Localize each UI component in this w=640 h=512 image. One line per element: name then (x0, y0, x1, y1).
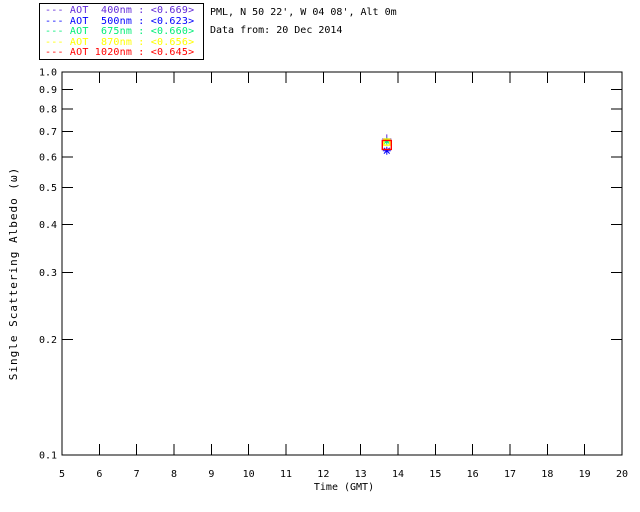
y-tick-label: 0.3 (39, 268, 57, 279)
plot-frame (61, 71, 623, 456)
y-tick-label: 0.2 (39, 335, 57, 346)
y-tick-label: 0.9 (39, 85, 57, 96)
y-axis-title: Single Scattering Albedo (ω) (7, 167, 20, 380)
x-tick-label: 16 (467, 469, 479, 480)
x-tick-label: 18 (541, 469, 553, 480)
y-tick-label: 0.8 (39, 105, 57, 116)
legend-row-4: --- AOT 1020nm : <0.645> (45, 47, 195, 59)
x-tick-label: 11 (280, 469, 292, 480)
x-tick-label: 19 (579, 469, 591, 480)
station-info-line: PML, N 50 22', W 04 08', Alt 0m (210, 7, 397, 18)
chart-canvas: 5 6 7 8 9 10 11 12 13 14 15 16 17 18 19 20 1.0 0.9 0.8 0.7 0… (7, 68, 628, 494)
y-tick-label: 0.4 (39, 220, 57, 231)
x-axis-title: Time (GMT) (314, 482, 374, 493)
x-tick-label: 5 (59, 469, 65, 480)
ssa-daily-plot: 5 6 7 8 9 10 11 12 13 14 15 16 17 18 19 20 1.0 0.9 0.8 0.7 0… (0, 0, 640, 512)
x-tick-label: 20 (616, 469, 628, 480)
y-tick-label: 1.0 (39, 68, 57, 79)
y-tick-label: 0.5 (39, 183, 57, 194)
y-tick-label: 0.7 (39, 127, 57, 138)
x-tick-label: 14 (392, 469, 404, 480)
legend-box: --- AOT 400nm : <0.669> --- AOT 500nm : <… (39, 3, 204, 60)
x-tick-label: 6 (96, 469, 102, 480)
x-tick-label: 12 (317, 469, 329, 480)
x-tick-label: 9 (208, 469, 214, 480)
data-date-line: Data from: 20 Dec 2014 (210, 25, 343, 36)
x-tick-label: 7 (134, 469, 140, 480)
x-tick-label: 17 (504, 469, 516, 480)
y-tick-label: 0.1 (39, 451, 57, 462)
x-tick-label: 10 (243, 469, 255, 480)
x-tick-label: 13 (355, 469, 367, 480)
data-point-aot-500nm (382, 146, 391, 155)
x-tick-label: 8 (171, 469, 177, 480)
x-tick-label: 15 (429, 469, 441, 480)
y-tick-label: 0.6 (39, 152, 57, 163)
legend-row-0: --- AOT 400nm : <0.669> (45, 5, 195, 16)
